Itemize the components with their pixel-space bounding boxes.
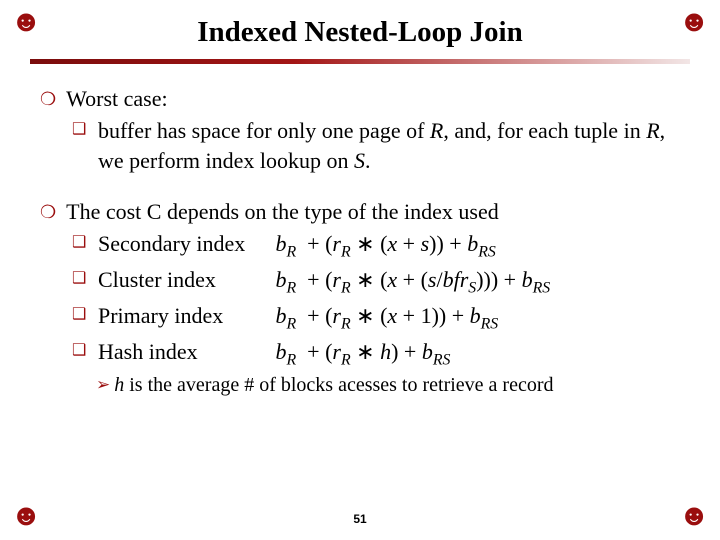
- cost-cluster: Cluster index bR + (rR ∗ (x + (s/bfrS)))…: [98, 265, 690, 299]
- page-number: 51: [0, 512, 720, 526]
- square-bullet-icon: ❑: [72, 301, 92, 335]
- smiley-icon: ☻: [10, 6, 42, 38]
- chevron-right-icon: ➢: [96, 372, 110, 399]
- slide-body: ❍ Worst case: ❑ buffer has space for onl…: [22, 84, 698, 399]
- cost-primary: Primary index bR + (rR ∗ (x + 1)) + bRS: [98, 301, 690, 335]
- bullet-text: Worst case:: [66, 84, 690, 114]
- square-bullet-icon: ❑: [72, 337, 92, 371]
- title-rule: [30, 59, 690, 64]
- smiley-icon: ☻: [678, 6, 710, 38]
- disc-bullet-icon: ❍: [40, 84, 56, 114]
- subbullet-text: buffer has space for only one page of R,…: [98, 116, 690, 175]
- square-bullet-icon: ❑: [72, 229, 92, 263]
- cost-hash: Hash index bR + (rR ∗ h) + bRS: [98, 337, 690, 371]
- bullet-cost: ❍ The cost C depends on the type of the …: [40, 197, 690, 399]
- bullet-text: The cost C depends on the type of the in…: [66, 197, 690, 227]
- square-bullet-icon: ❑: [72, 265, 92, 299]
- slide-title: Indexed Nested-Loop Join: [22, 16, 698, 49]
- square-bullet-icon: ❑: [72, 116, 92, 175]
- bullet-worst-case: ❍ Worst case: ❑ buffer has space for onl…: [40, 84, 690, 175]
- note-h-average: ➢ h is the average # of blocks acesses t…: [40, 372, 690, 399]
- disc-bullet-icon: ❍: [40, 197, 56, 227]
- cost-secondary: Secondary index bR + (rR ∗ (x + s)) + bR…: [98, 229, 690, 263]
